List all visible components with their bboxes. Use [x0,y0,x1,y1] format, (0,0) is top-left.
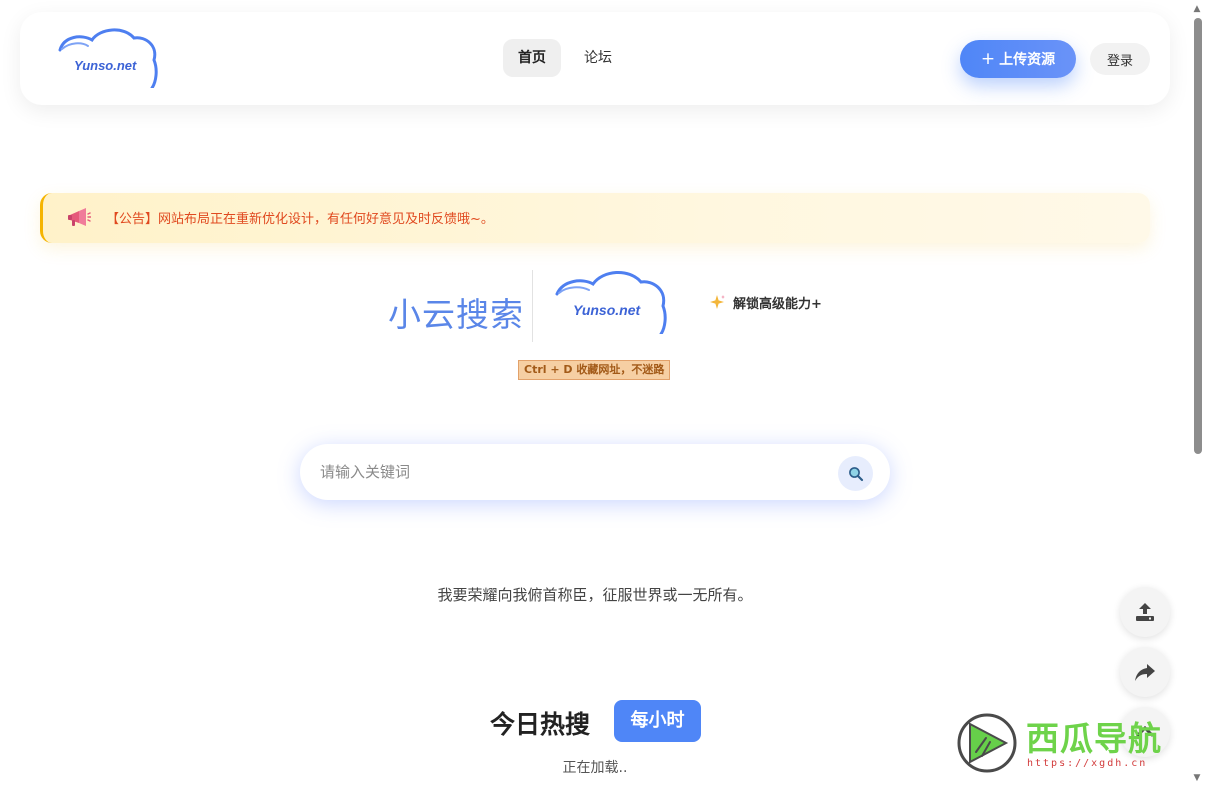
megaphone-icon [68,208,91,226]
upload-resource-label: 上传资源 [999,52,1056,68]
scroll-up-arrow-icon[interactable]: ▲ [1192,4,1202,14]
brand-name: 小云搜索 [388,295,524,334]
hot-search-title: 今日热搜 [490,710,591,739]
search-icon [848,466,863,481]
unlock-premium-label: 解锁高级能力+ [733,297,822,312]
scrollbar-thumb[interactable] [1194,18,1202,454]
motto-text: 我要荣耀向我俯首称臣，征服世界或一无所有。 [437,586,753,604]
sparkle-icon [710,295,725,309]
upload-fab-button[interactable] [1120,587,1170,637]
bookmark-tip: Ctrl + D 收藏网址，不迷路 [518,360,671,380]
brand-divider [532,270,533,342]
hot-search-badge: 每小时 [614,700,701,742]
search-bar [300,444,890,500]
upload-icon [1136,603,1154,621]
announcement-text: 【公告】网站布局正在重新优化设计，有任何好意见及时反馈哦~。 [106,212,494,227]
nav-forum[interactable]: 论坛 [569,39,627,77]
scroll-down-arrow-icon[interactable]: ▼ [1192,773,1202,783]
search-input[interactable] [320,454,820,490]
watermark-title: 西瓜导航 [1026,719,1162,758]
cloud-logo-icon [58,28,158,90]
brand-logo-text: Yunso.net [573,302,641,318]
plus-icon: + [980,48,996,69]
upload-resource-button[interactable]: + 上传资源 [960,40,1076,78]
watermark: 西瓜导航 https://xgdh.cn [956,712,1192,776]
watermelon-play-icon [957,713,1017,773]
unlock-premium-link[interactable]: 解锁高级能力+ [709,293,822,312]
share-fab-button[interactable] [1120,647,1170,697]
watermark-url: https://xgdh.cn [1027,758,1148,769]
brand-logo: Yunso.net [553,268,671,336]
nav-home[interactable]: 首页 [503,39,561,77]
search-button[interactable] [838,456,873,491]
header: Yunso.net 首页 论坛 + 上传资源 登录 [20,12,1170,105]
share-arrow-icon [1135,664,1155,681]
cloud-logo-icon [555,271,667,336]
login-button[interactable]: 登录 [1090,43,1150,75]
site-logo[interactable]: Yunso.net [54,26,162,90]
main-nav: 首页 论坛 [503,39,627,77]
announcement-banner: 【公告】网站布局正在重新优化设计，有任何好意见及时反馈哦~。 [40,193,1150,243]
logo-text: Yunso.net [74,58,137,73]
